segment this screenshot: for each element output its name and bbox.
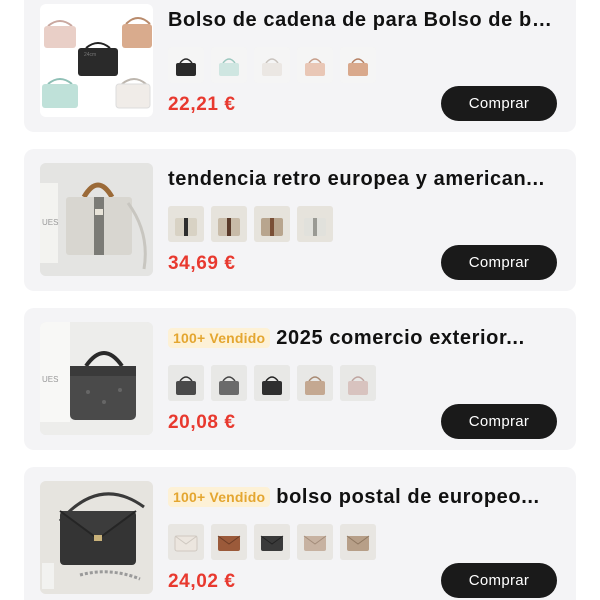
product-price: 34,69 € bbox=[168, 253, 236, 274]
product-image[interactable]: 24cm bbox=[40, 4, 153, 117]
bags-collage-image: 24cm bbox=[42, 17, 152, 109]
variant-thumb[interactable] bbox=[340, 47, 376, 83]
product-card[interactable]: UES 100+ Vendido 2025 comercio exterior.… bbox=[24, 308, 576, 450]
color-variants bbox=[168, 206, 333, 242]
variant-thumb[interactable] bbox=[297, 206, 333, 242]
product-card[interactable]: 24cm Bolso de cadena de para Bolso de bo… bbox=[24, 0, 576, 132]
variant-thumb[interactable] bbox=[254, 47, 290, 83]
variant-thumb[interactable] bbox=[297, 47, 333, 83]
variant-thumb[interactable] bbox=[168, 524, 204, 560]
svg-text:UES: UES bbox=[42, 218, 58, 227]
product-image[interactable]: UES bbox=[40, 322, 153, 435]
buy-button[interactable]: Comprar bbox=[441, 86, 557, 121]
svg-text:UES: UES bbox=[42, 375, 58, 384]
product-title-row: 100+ Vendido bolso postal de europeo... bbox=[168, 483, 560, 511]
color-variants bbox=[168, 524, 376, 560]
variant-thumb[interactable] bbox=[340, 524, 376, 560]
color-variants bbox=[168, 365, 376, 401]
buy-button[interactable]: Comprar bbox=[441, 245, 557, 280]
product-price: 22,21 € bbox=[168, 94, 236, 115]
variant-thumb[interactable] bbox=[340, 365, 376, 401]
product-image[interactable] bbox=[40, 481, 153, 594]
color-variants bbox=[168, 47, 376, 83]
product-card[interactable]: UES tendencia retro europea y american..… bbox=[24, 149, 576, 291]
product-image[interactable]: UES bbox=[40, 163, 153, 276]
buy-button[interactable]: Comprar bbox=[441, 404, 557, 439]
variant-thumb[interactable] bbox=[168, 47, 204, 83]
variant-thumb[interactable] bbox=[254, 365, 290, 401]
product-title-row: tendencia retro europea y american... bbox=[168, 165, 560, 193]
buy-button[interactable]: Comprar bbox=[441, 563, 557, 598]
variant-thumb[interactable] bbox=[211, 524, 247, 560]
product-price: 24,02 € bbox=[168, 571, 236, 592]
product-title[interactable]: bolso postal de europeo... bbox=[276, 486, 539, 509]
tote-bag-image: UES bbox=[40, 163, 153, 276]
variant-thumb[interactable] bbox=[168, 206, 204, 242]
handbag-image: UES bbox=[40, 322, 153, 435]
variant-thumb[interactable] bbox=[211, 365, 247, 401]
svg-text:24cm: 24cm bbox=[84, 52, 96, 58]
variant-thumb[interactable] bbox=[211, 206, 247, 242]
product-title[interactable]: Bolso de cadena de para Bolso de bo... bbox=[168, 9, 560, 32]
product-title[interactable]: 2025 comercio exterior... bbox=[276, 327, 524, 350]
product-price: 20,08 € bbox=[168, 412, 236, 433]
variant-thumb[interactable] bbox=[297, 365, 333, 401]
product-title-row: 100+ Vendido 2025 comercio exterior... bbox=[168, 324, 560, 352]
crossbody-bag-image bbox=[40, 481, 153, 594]
variant-thumb[interactable] bbox=[168, 365, 204, 401]
product-title[interactable]: tendencia retro europea y american... bbox=[168, 168, 545, 191]
sold-badge: 100+ Vendido bbox=[168, 487, 271, 507]
product-title-row: Bolso de cadena de para Bolso de bo... bbox=[168, 6, 560, 34]
variant-thumb[interactable] bbox=[211, 47, 247, 83]
product-card[interactable]: 100+ Vendido bolso postal de europeo... … bbox=[24, 467, 576, 600]
variant-thumb[interactable] bbox=[254, 524, 290, 560]
variant-thumb[interactable] bbox=[297, 524, 333, 560]
sold-badge: 100+ Vendido bbox=[168, 328, 271, 348]
variant-thumb[interactable] bbox=[254, 206, 290, 242]
